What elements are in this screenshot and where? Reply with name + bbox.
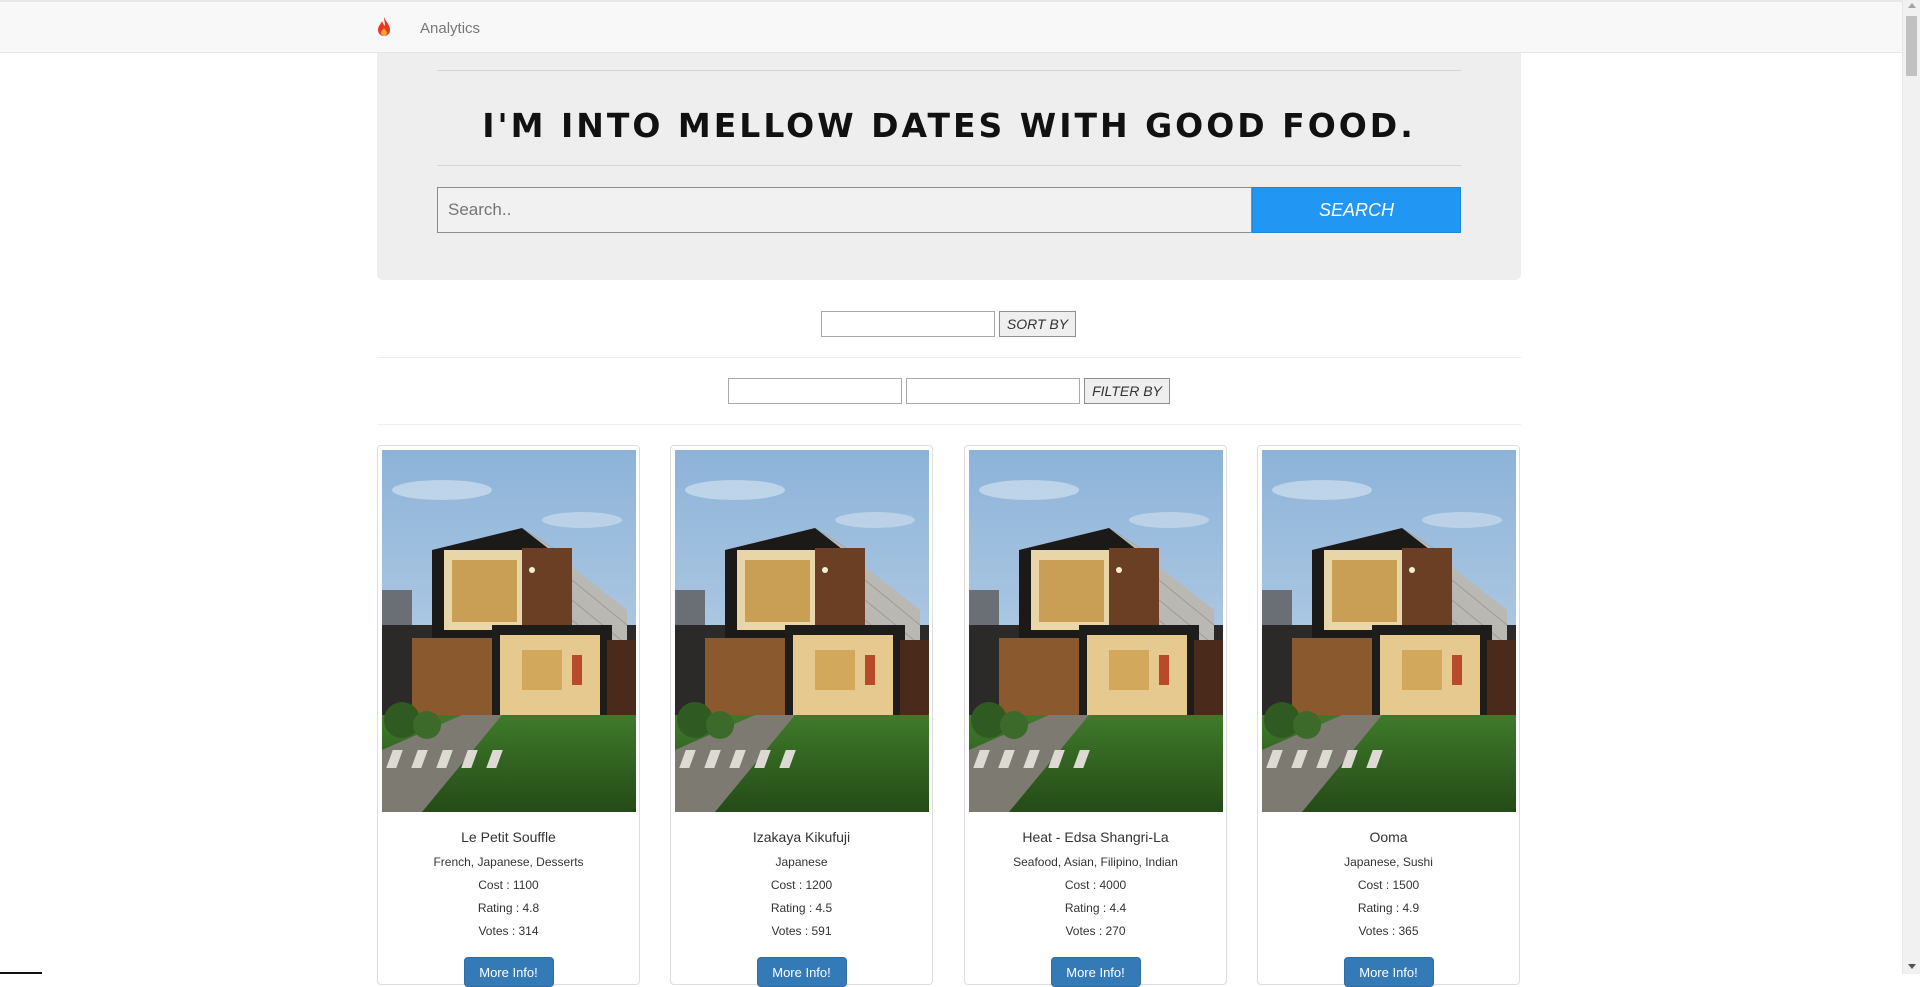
- nav-link-analytics[interactable]: Analytics: [420, 20, 480, 37]
- divider: [377, 357, 1521, 358]
- restaurant-cuisine: Seafood, Asian, Filipino, Indian: [1013, 855, 1178, 869]
- divider: [377, 424, 1521, 425]
- restaurant-votes: Votes : 270: [1065, 924, 1126, 938]
- restaurant-name: Heat - Edsa Shangri-La: [1022, 829, 1169, 845]
- restaurant-card: Le Petit Souffle French, Japanese, Desse…: [377, 445, 640, 987]
- restaurant-name: Izakaya Kikufuji: [752, 829, 851, 845]
- restaurant-name: Ooma: [1369, 829, 1408, 845]
- restaurant-votes: Votes : 591: [771, 924, 832, 938]
- navbar: Analytics: [0, 0, 1902, 53]
- filter-input-secondary[interactable]: [906, 378, 1080, 404]
- more-info-button[interactable]: More Info!: [756, 957, 847, 987]
- restaurant-rating: Rating : 4.4: [1064, 901, 1127, 915]
- search-input[interactable]: [437, 187, 1252, 233]
- restaurant-image: [1262, 450, 1516, 812]
- scroll-down-arrow-icon[interactable]: [1908, 964, 1916, 969]
- more-info-button[interactable]: More Info!: [1343, 957, 1434, 987]
- scrollbar-thumb[interactable]: [1906, 16, 1917, 76]
- restaurant-cuisine: Japanese, Sushi: [1344, 855, 1433, 869]
- restaurant-rating: Rating : 4.5: [770, 901, 833, 915]
- search-button[interactable]: SEARCH: [1252, 187, 1461, 233]
- restaurant-rating: Rating : 4.8: [477, 901, 540, 915]
- restaurant-cost: Cost : 1100: [478, 878, 539, 892]
- restaurant-votes: Votes : 314: [478, 924, 539, 938]
- restaurant-name: Le Petit Souffle: [461, 829, 556, 845]
- restaurant-cuisine: French, Japanese, Desserts: [433, 855, 584, 869]
- more-info-button[interactable]: More Info!: [1050, 957, 1141, 987]
- flame-icon[interactable]: [374, 16, 394, 38]
- hero-headline: I'M INTO MELLOW DATES WITH GOOD FOOD.: [482, 106, 1416, 145]
- restaurant-card: Heat - Edsa Shangri-La Seafood, Asian, F…: [964, 445, 1227, 987]
- restaurant-votes: Votes : 365: [1358, 924, 1419, 938]
- restaurant-cost: Cost : 1500: [1357, 878, 1420, 892]
- restaurant-card: Izakaya Kikufuji Japanese Cost : 1200 Ra…: [670, 445, 933, 987]
- divider: [437, 70, 1461, 71]
- page-scrollbar[interactable]: [1902, 0, 1920, 974]
- restaurant-cuisine: Japanese: [775, 855, 828, 869]
- restaurant-card: Ooma Japanese, Sushi Cost : 1500 Rating …: [1257, 445, 1520, 987]
- more-info-button[interactable]: More Info!: [463, 957, 554, 987]
- restaurant-cost: Cost : 1200: [770, 878, 833, 892]
- restaurant-image: [969, 450, 1223, 812]
- sort-input[interactable]: [821, 311, 995, 337]
- restaurant-image: [675, 450, 929, 812]
- divider: [437, 165, 1461, 166]
- restaurant-rating: Rating : 4.9: [1357, 901, 1420, 915]
- filter-input-primary[interactable]: [728, 378, 902, 404]
- restaurant-card-grid: Le Petit Souffle French, Japanese, Desse…: [377, 445, 1521, 987]
- restaurant-cost: Cost : 4000: [1064, 878, 1127, 892]
- restaurant-image: [382, 450, 636, 812]
- hero-jumbotron: I'M INTO MELLOW DATES WITH GOOD FOOD. SE…: [377, 53, 1521, 280]
- sort-by-button[interactable]: SORT BY: [999, 311, 1076, 337]
- scroll-up-arrow-icon[interactable]: [1908, 3, 1916, 8]
- filter-by-button[interactable]: FILTER BY: [1084, 378, 1170, 404]
